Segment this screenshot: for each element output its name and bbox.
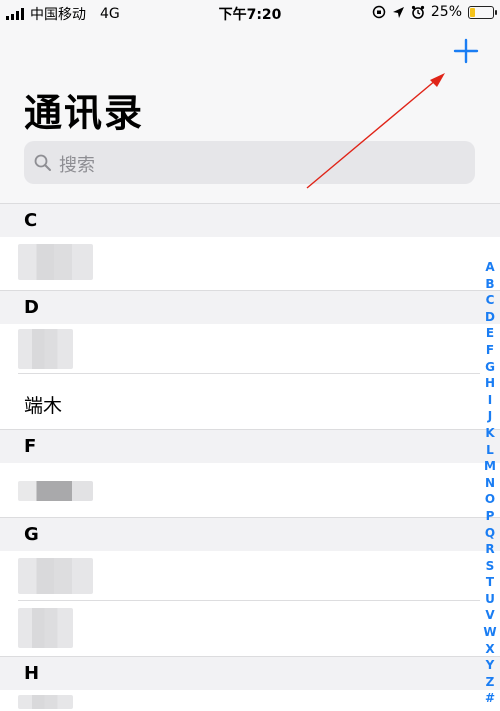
section-header-g: G — [0, 517, 500, 551]
index-letter[interactable]: I — [488, 392, 492, 409]
contact-row[interactable] — [0, 551, 480, 601]
index-letter[interactable]: K — [485, 425, 494, 442]
index-letter[interactable]: U — [485, 591, 495, 608]
contact-row[interactable] — [0, 237, 480, 287]
index-letter[interactable]: Q — [485, 525, 495, 542]
index-letter[interactable]: X — [485, 641, 494, 658]
index-letter[interactable]: # — [485, 690, 495, 707]
redacted-name — [18, 244, 93, 280]
contact-row[interactable] — [0, 690, 480, 711]
index-letter[interactable]: T — [486, 574, 494, 591]
index-letter[interactable]: A — [485, 259, 494, 276]
index-letter[interactable]: P — [486, 508, 495, 525]
alarm-icon — [411, 5, 424, 19]
index-letter[interactable]: E — [486, 325, 494, 342]
search-placeholder: 搜索 — [59, 155, 95, 176]
section-letter: H — [24, 663, 40, 684]
index-letter[interactable]: S — [486, 558, 495, 575]
index-letter[interactable]: C — [486, 292, 495, 309]
index-letter[interactable]: J — [488, 408, 492, 425]
index-letter[interactable]: R — [485, 541, 494, 558]
orientation-lock-icon — [372, 5, 386, 19]
redacted-name — [18, 608, 73, 648]
contact-row[interactable] — [0, 602, 480, 656]
row-divider — [18, 373, 480, 374]
plus-icon — [453, 38, 479, 64]
row-divider — [18, 600, 480, 601]
battery-percent: 25% — [430, 4, 462, 20]
index-letter[interactable]: B — [485, 276, 494, 293]
index-letter[interactable]: H — [485, 375, 495, 392]
contact-name: 端木 — [24, 395, 63, 417]
search-icon — [34, 154, 51, 171]
page-title: 通讯录 — [24, 91, 145, 135]
status-bar: 中国移动 4G 下午7:20 25% — [0, 0, 500, 26]
index-letter[interactable]: D — [485, 309, 495, 326]
redacted-name — [18, 329, 73, 369]
status-right: 25% — [372, 4, 497, 20]
index-letter[interactable]: F — [486, 342, 494, 359]
section-letter: C — [24, 210, 38, 231]
index-letter[interactable]: L — [486, 442, 494, 459]
battery-level — [470, 7, 475, 17]
location-icon — [392, 6, 404, 18]
add-contact-button[interactable] — [451, 36, 481, 66]
index-letter[interactable]: Z — [486, 674, 495, 691]
index-letter[interactable]: V — [485, 607, 494, 624]
index-letter[interactable]: O — [485, 491, 495, 508]
search-bar[interactable]: 搜索 — [24, 141, 475, 184]
section-letter: F — [24, 436, 37, 457]
contact-row[interactable] — [0, 463, 480, 513]
redacted-name — [18, 481, 93, 501]
contact-list: C D 端木 F G H — [0, 203, 500, 711]
section-header-h: H — [0, 656, 500, 690]
section-letter: D — [24, 297, 39, 318]
redacted-name — [18, 558, 93, 594]
redacted-name — [18, 695, 73, 709]
index-letter[interactable]: G — [485, 359, 495, 376]
index-letter[interactable]: N — [485, 475, 495, 492]
section-letter: G — [24, 524, 39, 545]
index-letter[interactable]: Y — [486, 657, 495, 674]
section-index[interactable]: A B C D E F G H I J K L M N O P Q R S T U V W X Y Z # — [480, 259, 500, 707]
index-letter[interactable]: M — [484, 458, 496, 475]
section-header-c: C — [0, 203, 500, 237]
contact-row[interactable]: 端木 — [0, 375, 480, 429]
index-letter[interactable]: W — [483, 624, 496, 641]
contact-row[interactable] — [0, 324, 480, 374]
section-header-d: D — [0, 290, 500, 324]
battery-icon — [468, 5, 497, 19]
section-header-f: F — [0, 429, 500, 463]
